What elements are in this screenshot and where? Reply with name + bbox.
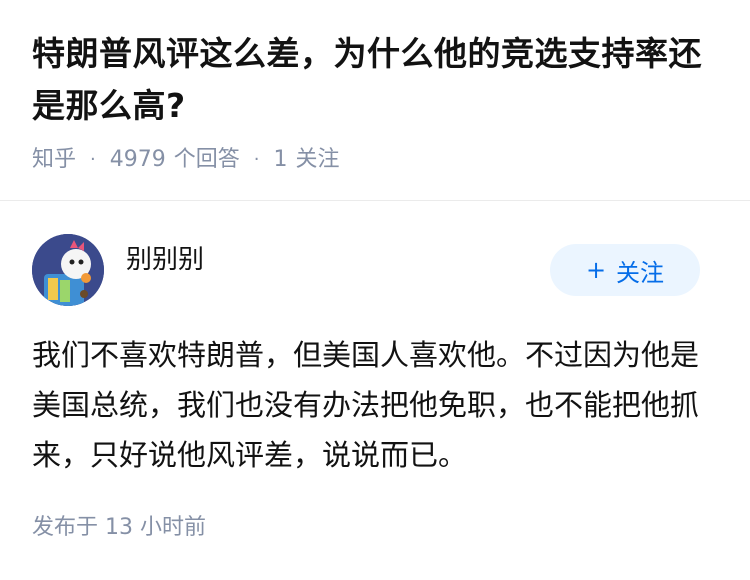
answer-count[interactable]: 4979 — [110, 144, 166, 176]
question-title[interactable]: 特朗普风评这么差，为什么他的竞选支持率还是那么高? — [32, 28, 722, 132]
source-label[interactable]: 知乎 — [32, 144, 76, 176]
plus-icon: + — [585, 256, 607, 284]
published-time: 发布于 13 小时前 — [32, 515, 206, 540]
avatar-cartoon-icon[interactable] — [32, 234, 104, 306]
follower-count[interactable]: 1 — [274, 144, 288, 176]
answer-content[interactable]: 我们不喜欢特朗普，但美国人喜欢他。不过因为他是美国总统，我们也没有办法把他免职，… — [32, 330, 712, 480]
section-divider — [0, 200, 750, 201]
follower-count-label[interactable]: 关注 — [296, 144, 340, 176]
follow-button-label: 关注 — [616, 258, 665, 287]
answer-author-bar: 别别别 + 关注 — [32, 234, 700, 306]
separator-dot: · — [253, 149, 260, 170]
separator-dot: · — [90, 149, 96, 170]
question-header: 特朗普风评这么差，为什么他的竞选支持率还是那么高? 知乎 · 4979 个回答 … — [32, 28, 722, 176]
question-meta: 知乎 · 4979 个回答 · 1 关注 — [32, 144, 722, 176]
follow-button[interactable]: + 关注 — [550, 244, 700, 296]
answer-count-label[interactable]: 个回答 — [174, 144, 240, 176]
author-name[interactable]: 别别别 — [126, 239, 204, 276]
